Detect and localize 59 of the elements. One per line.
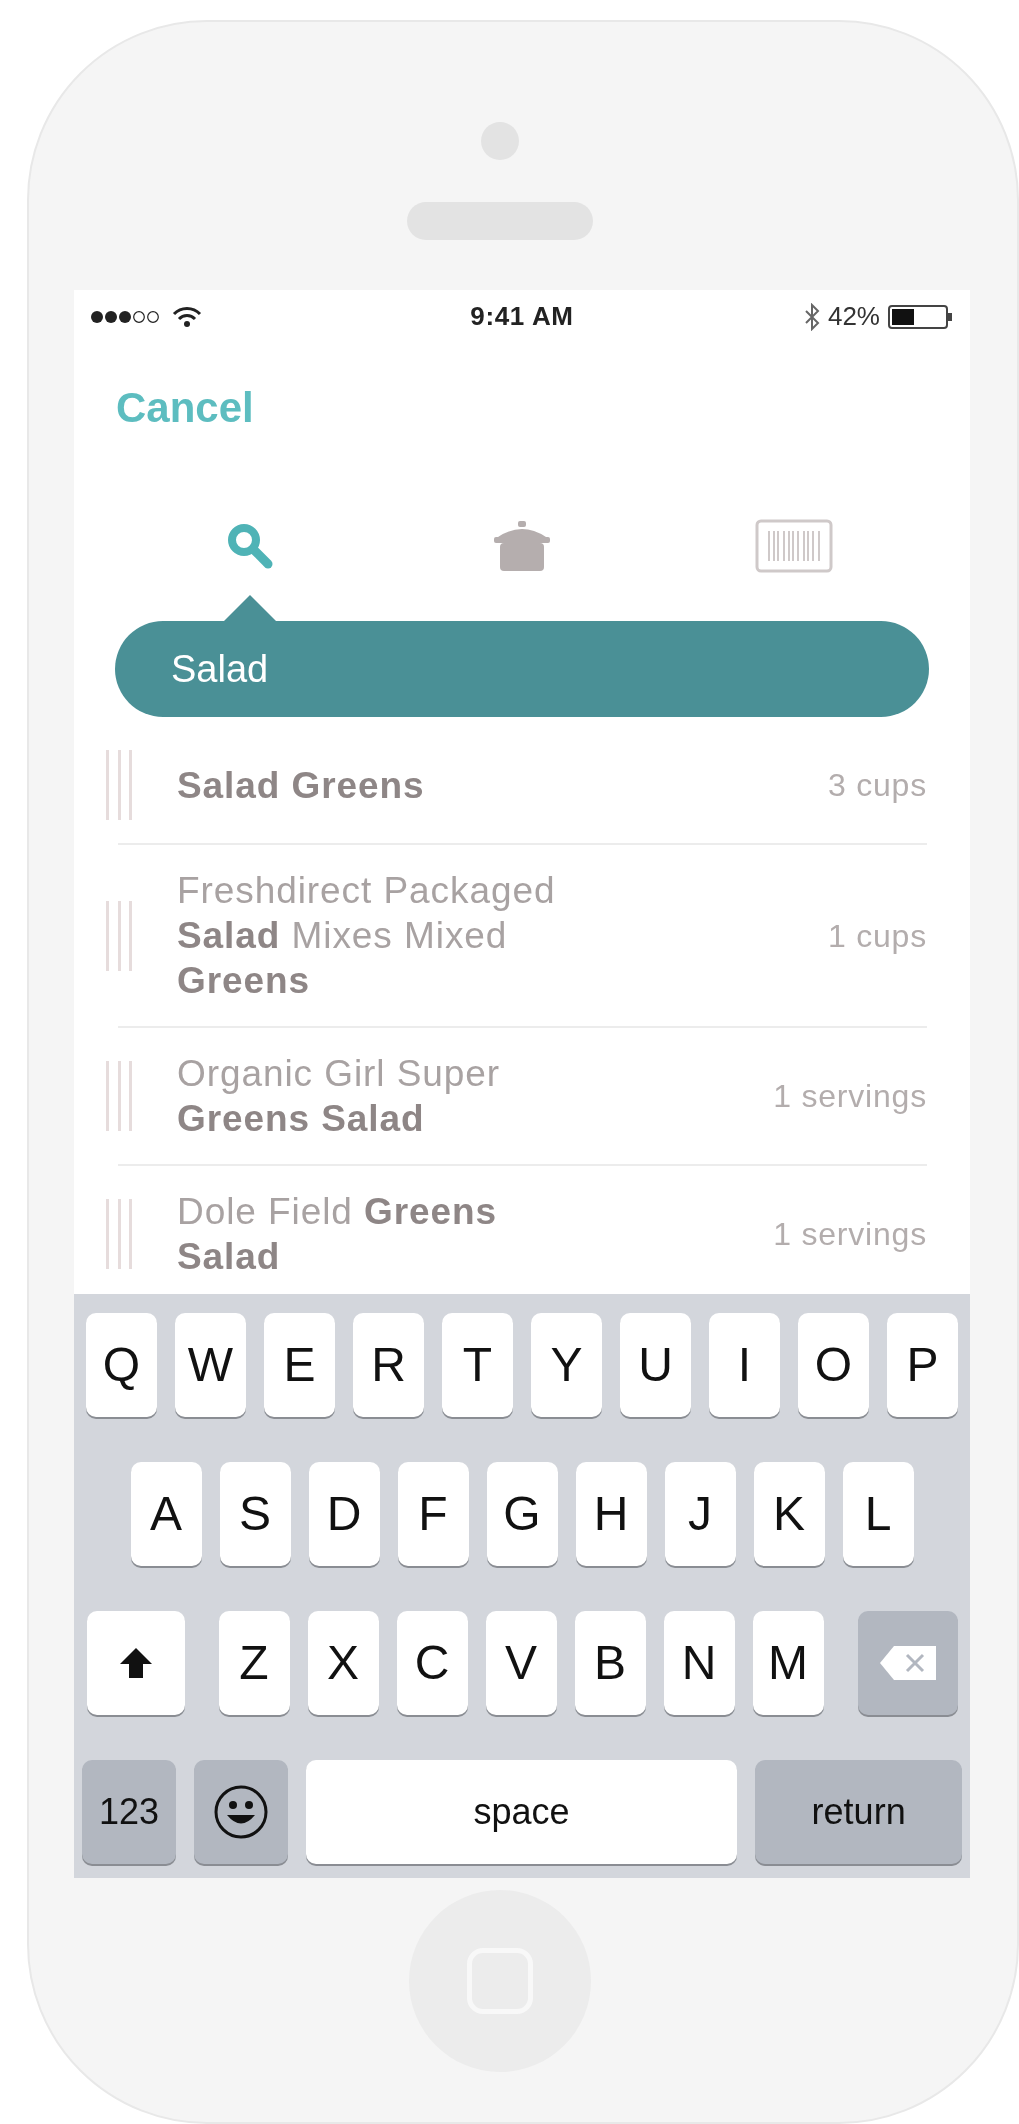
key[interactable]: B [574, 1611, 646, 1715]
return-key[interactable]: return [755, 1760, 962, 1864]
battery-percent: 42% [827, 300, 880, 333]
result-name: Organic Girl Super Greens Salad [177, 1052, 502, 1141]
result-amount: 1 servings [773, 1077, 927, 1116]
key[interactable]: U [620, 1313, 691, 1417]
result-name: Salad Greens [177, 763, 426, 808]
key[interactable]: A [130, 1462, 202, 1566]
wifi-icon [172, 305, 202, 328]
signal-icon [90, 309, 162, 324]
status-time: 9:41 AM [470, 300, 574, 333]
tab-button[interactable] [755, 519, 833, 573]
result-amount: 3 cups [827, 766, 927, 805]
space-key[interactable]: space [305, 1760, 738, 1864]
drag-handle-icon[interactable] [106, 750, 132, 820]
key[interactable]: R [353, 1313, 424, 1417]
bluetooth-icon [803, 302, 820, 331]
key[interactable]: Q [86, 1313, 157, 1417]
search-field[interactable]: Salad [115, 621, 929, 717]
key[interactable]: Z [218, 1611, 290, 1715]
delete-key[interactable] [857, 1611, 958, 1715]
search-icon [226, 522, 274, 570]
key[interactable]: F [397, 1462, 469, 1566]
pot-icon [492, 519, 552, 573]
tab-button[interactable] [492, 519, 552, 573]
barcode-icon [755, 519, 833, 573]
key[interactable]: W [175, 1313, 246, 1417]
battery-icon [888, 303, 954, 330]
shift-key[interactable] [86, 1611, 185, 1715]
drag-handle-icon[interactable] [106, 1061, 132, 1131]
key[interactable]: N [663, 1611, 735, 1715]
key[interactable]: O [798, 1313, 869, 1417]
result-amount: 1 servings [773, 1215, 927, 1254]
smiley-icon [212, 1784, 269, 1840]
drag-handle-icon[interactable] [106, 1199, 132, 1269]
result-name: Freshdirect Packaged Salad Mixes Mixed Greens [177, 869, 557, 1003]
key[interactable]: G [486, 1462, 558, 1566]
result-amount: 1 cups [827, 916, 927, 956]
key[interactable]: V [485, 1611, 557, 1715]
tab-button[interactable] [226, 522, 274, 570]
result-name: Dole Field Greens Salad [177, 1190, 499, 1279]
key[interactable]: E [264, 1313, 335, 1417]
drag-handle-icon[interactable] [106, 900, 132, 971]
backspace-icon [877, 1644, 938, 1682]
emoji-key[interactable] [193, 1760, 288, 1864]
key[interactable]: K [753, 1462, 825, 1566]
key[interactable]: Y [531, 1313, 602, 1417]
key[interactable]: H [575, 1462, 647, 1566]
key[interactable]: D [308, 1462, 380, 1566]
key[interactable]: S [219, 1462, 291, 1566]
numbers-key[interactable]: 123 [82, 1760, 176, 1864]
key[interactable]: I [709, 1313, 780, 1417]
key[interactable]: L [842, 1462, 914, 1566]
key[interactable]: M [752, 1611, 824, 1715]
key[interactable]: T [442, 1313, 513, 1417]
key[interactable]: P [887, 1313, 958, 1417]
key[interactable]: X [307, 1611, 379, 1715]
key[interactable]: J [664, 1462, 736, 1566]
key[interactable]: C [396, 1611, 468, 1715]
